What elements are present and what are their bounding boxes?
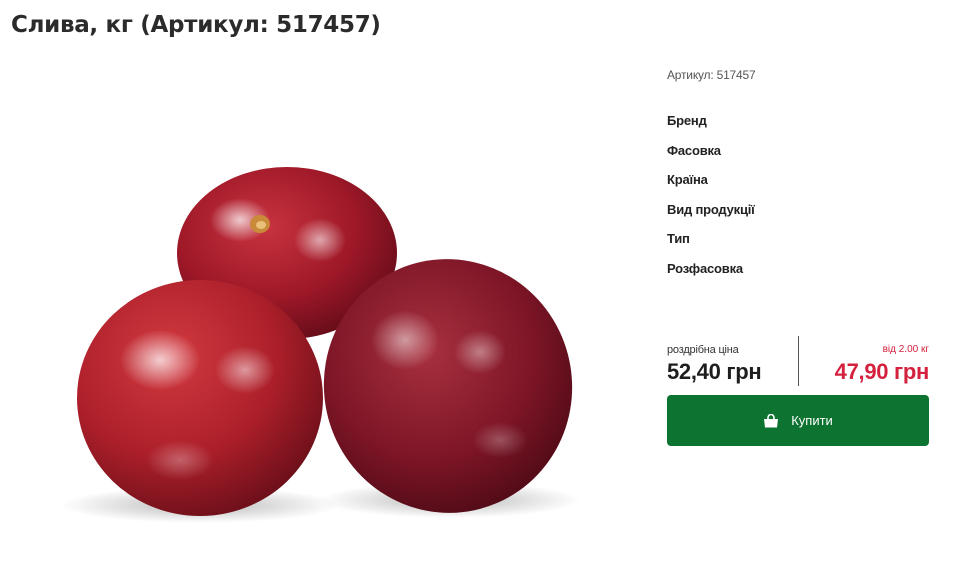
retail-price: 52,40 грн [667,359,762,384]
bulk-price: 47,90 грн [834,359,930,384]
page-title: Слива, кг (Артикул: 517457) [11,12,381,38]
attribute-type-label: Тип [667,231,690,246]
bulk-price-label: від 2.00 кг [882,344,929,355]
price-block: роздрібна ціна 52,40 грн від 2.00 кг 47,… [667,336,929,388]
price-divider [798,336,799,386]
buy-button[interactable]: Купити [667,395,929,446]
product-image [60,167,580,523]
attribute-packing-label: Фасовка [667,143,721,158]
buy-button-label: Купити [791,413,833,428]
attribute-packaging-label: Розфасовка [667,261,743,276]
sku-text: Артикул: 517457 [667,68,756,82]
product-info-panel: Артикул: 517457 Бренд Фасовка Країна Вид… [667,0,937,564]
attribute-brand-label: Бренд [667,113,707,128]
attribute-product-kind-label: Вид продукції [667,202,755,217]
shopping-bag-icon [764,413,779,427]
retail-price-label: роздрібна ціна [667,344,739,356]
attribute-country-label: Країна [667,172,708,187]
